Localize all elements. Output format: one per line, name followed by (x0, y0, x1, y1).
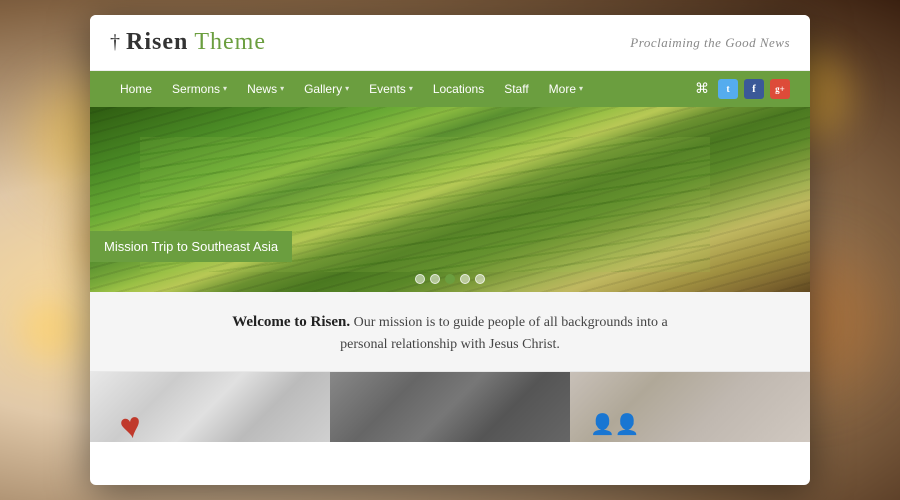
nav-item-home[interactable]: Home (110, 71, 162, 107)
caret-icon: ▾ (223, 71, 227, 107)
nav-link-gallery[interactable]: Gallery ▾ (294, 71, 359, 107)
welcome-text: Welcome to Risen. Our mission is to guid… (210, 310, 690, 357)
caret-icon: ▾ (280, 71, 284, 107)
card-faith-img (330, 372, 570, 442)
cross-icon: † (110, 31, 120, 54)
nav-item-events[interactable]: Events ▾ (359, 71, 423, 107)
nav-link-news[interactable]: News ▾ (237, 71, 294, 107)
slider-dot-4[interactable] (460, 274, 470, 284)
caret-icon: ▾ (579, 71, 583, 107)
caret-icon: ▾ (409, 71, 413, 107)
nav-link-sermons[interactable]: Sermons ▾ (162, 71, 237, 107)
site-header: † Risen Theme Proclaiming the Good News (90, 15, 810, 71)
welcome-bold: Welcome to Risen. (232, 314, 350, 330)
card-2-image (330, 372, 570, 442)
site-tagline: Proclaiming the Good News (630, 35, 790, 51)
facebook-icon[interactable]: f (744, 79, 764, 99)
browser-window: † Risen Theme Proclaiming the Good News … (90, 15, 810, 485)
slider-dot-2[interactable] (430, 274, 440, 284)
nav-item-news[interactable]: News ▾ (237, 71, 294, 107)
nav-bar: Home Sermons ▾ News ▾ Gallery ▾ Events ▾… (90, 71, 810, 107)
slider-dots (415, 274, 485, 284)
slider-dot-1[interactable] (415, 274, 425, 284)
nav-item-more[interactable]: More ▾ (539, 71, 593, 107)
welcome-section: Welcome to Risen. Our mission is to guid… (90, 292, 810, 372)
logo-theme-text: Theme (194, 29, 266, 56)
rss-icon[interactable]: ⌘ (692, 79, 712, 99)
site-logo: † Risen Theme (110, 29, 266, 56)
nav-item-staff[interactable]: Staff (494, 71, 538, 107)
nav-social: ⌘ t f g+ (692, 79, 790, 99)
slider-dot-5[interactable] (475, 274, 485, 284)
nav-item-locations[interactable]: Locations (423, 71, 494, 107)
card-3[interactable] (570, 372, 810, 442)
card-1-image (90, 372, 330, 442)
card-3-image (570, 372, 810, 442)
nav-item-gallery[interactable]: Gallery ▾ (294, 71, 359, 107)
card-2[interactable] (330, 372, 570, 442)
nav-link-home[interactable]: Home (110, 71, 162, 107)
hero-caption: Mission Trip to Southeast Asia (90, 231, 292, 262)
nav-link-locations[interactable]: Locations (423, 71, 494, 107)
card-1[interactable] (90, 372, 330, 442)
nav-menu: Home Sermons ▾ News ▾ Gallery ▾ Events ▾… (110, 71, 593, 107)
caret-icon: ▾ (345, 71, 349, 107)
twitter-icon[interactable]: t (718, 79, 738, 99)
hero-section: Mission Trip to Southeast Asia (90, 107, 810, 292)
card-people-img (570, 372, 810, 442)
logo-risen-text: Risen (126, 29, 188, 56)
google-icon[interactable]: g+ (770, 79, 790, 99)
nav-link-staff[interactable]: Staff (494, 71, 538, 107)
nav-link-events[interactable]: Events ▾ (359, 71, 423, 107)
nav-link-more[interactable]: More ▾ (539, 71, 593, 107)
card-love-img (90, 372, 330, 442)
slider-dot-3[interactable] (445, 274, 455, 284)
nav-item-sermons[interactable]: Sermons ▾ (162, 71, 237, 107)
hero-image (90, 107, 810, 292)
welcome-body: Our mission is to guide people of all ba… (340, 315, 668, 352)
cards-section (90, 372, 810, 442)
